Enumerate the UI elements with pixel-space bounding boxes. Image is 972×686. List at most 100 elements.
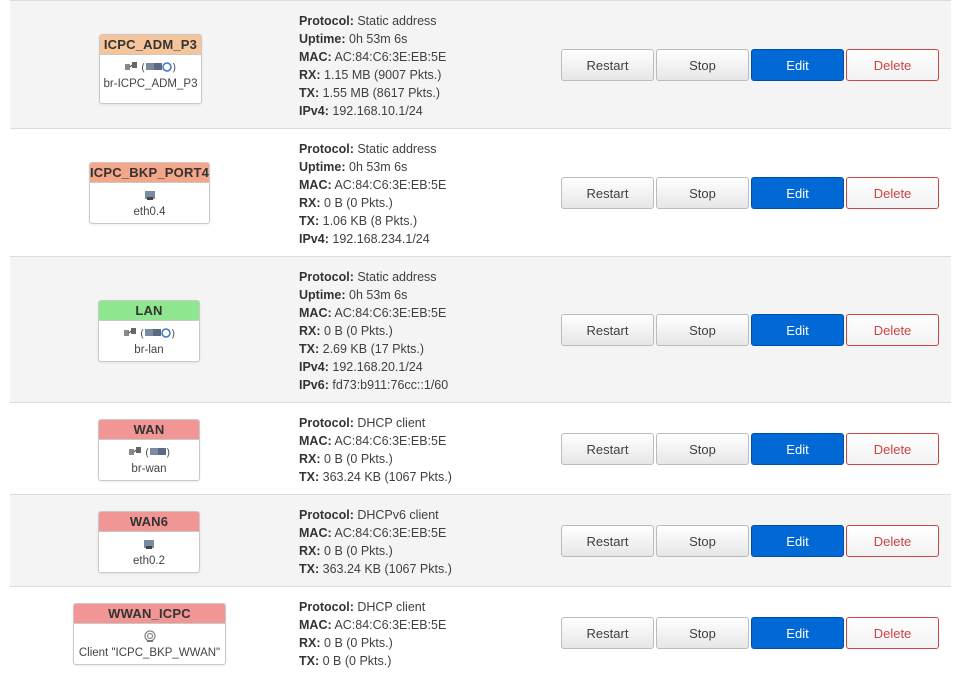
- edit-button[interactable]: Edit: [751, 433, 844, 465]
- tx-label: TX:: [299, 342, 320, 356]
- mac-value: AC:84:C6:3E:EB:5E: [334, 434, 447, 448]
- interface-status: Protocol: DHCP client MAC: AC:84:C6:3E:E…: [299, 414, 452, 486]
- delete-button[interactable]: Delete: [846, 525, 939, 557]
- interface-name: WWAN_ICPC: [74, 604, 225, 624]
- rx-label: RX:: [299, 68, 321, 82]
- stop-button[interactable]: Stop: [656, 525, 749, 557]
- wifi-icon: [143, 630, 156, 642]
- rx-label: RX:: [299, 544, 321, 558]
- tx-value: 2.69 KB (17 Pkts.): [322, 342, 425, 356]
- interface-badge: ICPC_BKP_PORT4 eth0.4: [89, 162, 210, 224]
- device-name: eth0.2: [133, 555, 165, 567]
- restart-button[interactable]: Restart: [561, 433, 654, 465]
- mac-value: AC:84:C6:3E:EB:5E: [334, 618, 447, 632]
- protocol-value: DHCPv6 client: [357, 508, 439, 522]
- ethernet-port-icon: [144, 540, 154, 549]
- delete-button[interactable]: Delete: [846, 617, 939, 649]
- protocol-label: Protocol:: [299, 142, 354, 156]
- edit-button[interactable]: Edit: [751, 617, 844, 649]
- device-name: Client "ICPC_BKP_WWAN": [78, 647, 221, 659]
- uptime-value: 0h 53m 6s: [349, 160, 408, 174]
- interface-row-wwan-icpc: WWAN_ICPC Client "ICPC_BKP_WWAN" Protoco…: [10, 586, 951, 678]
- interface-name: WAN6: [99, 512, 199, 532]
- delete-button[interactable]: Delete: [846, 433, 939, 465]
- uptime-value: 0h 53m 6s: [349, 288, 408, 302]
- interface-status: Protocol: DHCPv6 client MAC: AC:84:C6:3E…: [299, 506, 452, 578]
- interface-badge: WWAN_ICPC Client "ICPC_BKP_WWAN": [73, 603, 226, 665]
- svg-text:(: (: [140, 327, 144, 340]
- stop-button[interactable]: Stop: [656, 177, 749, 209]
- mac-label: MAC:: [299, 178, 332, 192]
- restart-button[interactable]: Restart: [561, 525, 654, 557]
- device-name: eth0.4: [133, 206, 166, 218]
- tx-label: TX:: [299, 214, 320, 228]
- restart-button[interactable]: Restart: [561, 177, 654, 209]
- tx-label: TX:: [299, 470, 320, 484]
- svg-text:): ): [166, 446, 170, 459]
- tx-value: 0 B (0 Pkts.): [322, 654, 392, 668]
- interface-row-icpc-adm-p3: ICPC_ADM_P3 () br-ICPC_ADM_P3 Protocol: …: [10, 0, 951, 128]
- restart-button[interactable]: Restart: [561, 49, 654, 81]
- edit-button[interactable]: Edit: [751, 177, 844, 209]
- delete-button[interactable]: Delete: [846, 314, 939, 346]
- rx-label: RX:: [299, 324, 321, 338]
- stop-button[interactable]: Stop: [656, 617, 749, 649]
- restart-button[interactable]: Restart: [561, 617, 654, 649]
- ipv4-value: 192.168.20.1/24: [332, 360, 423, 374]
- rx-value: 0 B (0 Pkts.): [324, 452, 393, 466]
- mac-value: AC:84:C6:3E:EB:5E: [334, 306, 447, 320]
- bridge-icon: [128, 447, 141, 455]
- delete-button[interactable]: Delete: [846, 49, 939, 81]
- uptime-value: 0h 53m 6s: [349, 32, 408, 46]
- protocol-value: Static address: [357, 270, 437, 284]
- stop-button[interactable]: Stop: [656, 49, 749, 81]
- rx-label: RX:: [299, 452, 321, 466]
- stop-button[interactable]: Stop: [656, 433, 749, 465]
- mac-label: MAC:: [299, 50, 332, 64]
- ethernet-wifi-group-icon: (): [141, 61, 176, 74]
- mac-value: AC:84:C6:3E:EB:5E: [334, 526, 447, 540]
- interface-badge: LAN () br-lan: [98, 300, 200, 362]
- ethernet-group-icon: (): [145, 446, 170, 459]
- delete-button[interactable]: Delete: [846, 177, 939, 209]
- uptime-label: Uptime:: [299, 160, 346, 174]
- edit-button[interactable]: Edit: [751, 525, 844, 557]
- interface-name: ICPC_ADM_P3: [100, 35, 201, 55]
- interface-row-wan6: WAN6 eth0.2 Protocol: DHCPv6 client MAC:…: [10, 494, 951, 586]
- protocol-value: DHCP client: [357, 600, 426, 614]
- protocol-value: Static address: [357, 142, 437, 156]
- mac-label: MAC:: [299, 618, 332, 632]
- rx-value: 0 B (0 Pkts.): [324, 636, 393, 650]
- protocol-label: Protocol:: [299, 508, 354, 522]
- rx-value: 1.15 MB (9007 Pkts.): [324, 68, 442, 82]
- edit-button[interactable]: Edit: [751, 49, 844, 81]
- tx-label: TX:: [299, 86, 320, 100]
- interface-status: Protocol: Static address Uptime: 0h 53m …: [299, 140, 446, 248]
- ipv4-value: 192.168.234.1/24: [332, 232, 430, 246]
- ipv6-label: IPv6:: [299, 378, 329, 392]
- edit-button[interactable]: Edit: [751, 314, 844, 346]
- interface-name: LAN: [99, 301, 199, 321]
- interface-name: WAN: [99, 420, 199, 440]
- stop-button[interactable]: Stop: [656, 314, 749, 346]
- protocol-label: Protocol:: [299, 14, 354, 28]
- interface-row-icpc-bkp-port4: ICPC_BKP_PORT4 eth0.4 Protocol: Static a…: [10, 128, 951, 256]
- rx-label: RX:: [299, 196, 321, 210]
- restart-button[interactable]: Restart: [561, 314, 654, 346]
- protocol-label: Protocol:: [299, 416, 354, 430]
- interface-badge: ICPC_ADM_P3 () br-ICPC_ADM_P3: [99, 34, 202, 104]
- uptime-label: Uptime:: [299, 32, 346, 46]
- svg-text:(: (: [145, 446, 149, 459]
- rx-value: 0 B (0 Pkts.): [324, 324, 393, 338]
- mac-label: MAC:: [299, 306, 332, 320]
- interface-row-lan: LAN () br-lan Protocol: Static address U…: [10, 256, 951, 402]
- device-name: br-lan: [134, 344, 164, 356]
- tx-value: 1.55 MB (8617 Pkts.): [322, 86, 441, 100]
- ethernet-wifi-group-icon: (): [140, 327, 175, 340]
- ipv4-label: IPv4:: [299, 232, 329, 246]
- protocol-label: Protocol:: [299, 270, 354, 284]
- tx-value: 363.24 KB (1067 Pkts.): [322, 562, 452, 576]
- interface-name: ICPC_BKP_PORT4: [90, 163, 209, 183]
- mac-value: AC:84:C6:3E:EB:5E: [334, 178, 447, 192]
- svg-text:): ): [171, 327, 175, 340]
